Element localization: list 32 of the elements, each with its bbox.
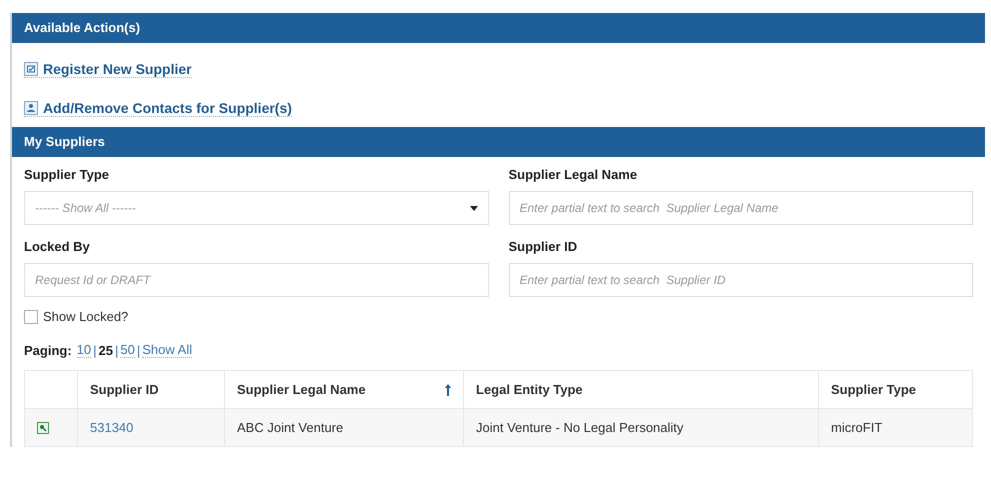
separator: | <box>136 342 140 358</box>
page-size-link[interactable]: 25 <box>98 342 113 358</box>
input-field[interactable]: Enter partial text to search Supplier Legal Name <box>508 191 973 225</box>
column-header[interactable]: Supplier Type <box>818 370 972 408</box>
paging-label: Paging: <box>24 342 72 358</box>
checkbox[interactable] <box>24 310 38 324</box>
table-cell: Joint Venture - No Legal Personality <box>464 408 818 446</box>
separator: | <box>115 342 118 358</box>
table-cell: microFIT <box>818 408 972 446</box>
panel-header: Available Action(s) <box>12 13 985 43</box>
caret-icon <box>470 206 478 210</box>
field-label: Supplier Legal Name <box>508 167 638 182</box>
input-field[interactable]: Request Id or DRAFT <box>24 263 488 297</box>
column-header[interactable]: Legal Entity Type <box>464 370 818 408</box>
supplier-id-link[interactable]: 531340 <box>90 420 134 435</box>
checkbox-label: Show Locked? <box>43 309 128 324</box>
action-link[interactable]: Register New Supplier <box>24 53 192 78</box>
separator: | <box>93 342 97 358</box>
page-size-link[interactable]: Show All <box>142 342 192 358</box>
search-icon[interactable] <box>37 422 49 434</box>
page-size-link[interactable]: 50 <box>120 342 135 358</box>
panel-header: My Suppliers <box>12 127 985 157</box>
column-header[interactable]: Supplier Legal Name <box>224 370 464 408</box>
action-link[interactable]: Add/Remove Contacts for Supplier(s) <box>24 92 292 117</box>
page-size-link[interactable]: 10 <box>76 342 92 358</box>
table-cell: ABC Joint Venture <box>224 408 464 446</box>
checkbox-icon <box>24 62 38 76</box>
field-label: Locked By <box>24 239 91 254</box>
field-label: Supplier Type <box>24 167 110 182</box>
input-field[interactable]: Enter partial text to search Supplier ID <box>508 263 973 297</box>
person-icon <box>24 101 38 115</box>
field-label: Supplier ID <box>508 239 578 254</box>
